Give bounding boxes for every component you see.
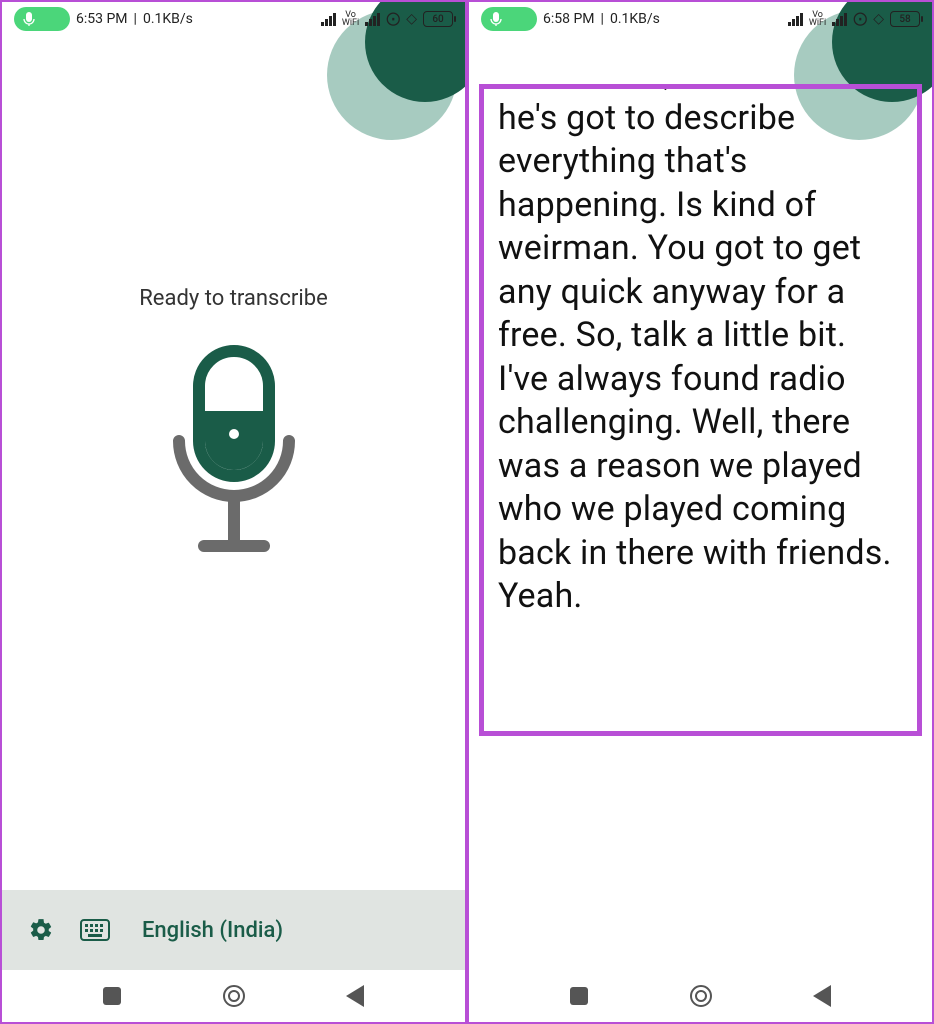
transcript-highlight-box: have Court, because then he's got to des… bbox=[479, 84, 922, 736]
wifi-icon-2: ◇ bbox=[406, 11, 417, 27]
nav-bar bbox=[2, 970, 465, 1022]
signal-icon bbox=[788, 13, 803, 26]
vowifi-icon: VoWiFi bbox=[809, 11, 826, 27]
wifi-icon: ⨀ bbox=[386, 11, 400, 27]
microphone-icon[interactable] bbox=[149, 341, 319, 561]
nav-home-icon[interactable] bbox=[690, 985, 712, 1007]
status-time: 6:53 PM bbox=[76, 11, 128, 27]
signal-icon-2 bbox=[365, 13, 380, 26]
nav-back-icon[interactable] bbox=[346, 985, 364, 1007]
bottom-toolbar: English (India) bbox=[2, 890, 465, 970]
recording-indicator bbox=[481, 7, 537, 31]
nav-recent-icon[interactable] bbox=[103, 987, 121, 1005]
ready-label: Ready to transcribe bbox=[139, 286, 327, 311]
wifi-icon-2: ◇ bbox=[873, 11, 884, 27]
status-right: VoWiFi ⨀ ◇ 60 bbox=[321, 11, 453, 27]
nav-back-icon[interactable] bbox=[813, 985, 831, 1007]
battery-icon: 58 bbox=[890, 11, 920, 27]
vowifi-icon: VoWiFi bbox=[342, 11, 359, 27]
phone-right: 6:58 PM | 0.1KB/s VoWiFi ⨀ ◇ 58 have Cou… bbox=[467, 0, 934, 1024]
content-area: Ready to transcribe English (India) bbox=[2, 36, 465, 970]
status-sep: | bbox=[601, 11, 604, 27]
status-speed: 0.1KB/s bbox=[143, 11, 193, 27]
phone-left: 6:53 PM | 0.1KB/s VoWiFi ⨀ ◇ 60 Ready to… bbox=[0, 0, 467, 1024]
nav-home-icon[interactable] bbox=[223, 985, 245, 1007]
status-bar: 6:53 PM | 0.1KB/s VoWiFi ⨀ ◇ 60 bbox=[2, 2, 465, 36]
battery-icon: 60 bbox=[423, 11, 453, 27]
content-area: have Court, because then he's got to des… bbox=[469, 36, 932, 970]
keyboard-icon[interactable] bbox=[80, 919, 110, 941]
settings-icon[interactable] bbox=[28, 917, 54, 943]
nav-recent-icon[interactable] bbox=[570, 987, 588, 1005]
status-right: VoWiFi ⨀ ◇ 58 bbox=[788, 11, 920, 27]
nav-bar bbox=[469, 970, 932, 1022]
signal-icon bbox=[321, 13, 336, 26]
status-bar: 6:58 PM | 0.1KB/s VoWiFi ⨀ ◇ 58 bbox=[469, 2, 932, 36]
status-speed: 0.1KB/s bbox=[610, 11, 660, 27]
status-sep: | bbox=[134, 11, 137, 27]
status-time: 6:58 PM bbox=[543, 11, 595, 27]
transcript-text[interactable]: have Court, because then he's got to des… bbox=[498, 84, 903, 619]
recording-indicator bbox=[14, 7, 70, 31]
language-selector[interactable]: English (India) bbox=[142, 918, 283, 943]
signal-icon-2 bbox=[832, 13, 847, 26]
wifi-icon: ⨀ bbox=[853, 11, 867, 27]
